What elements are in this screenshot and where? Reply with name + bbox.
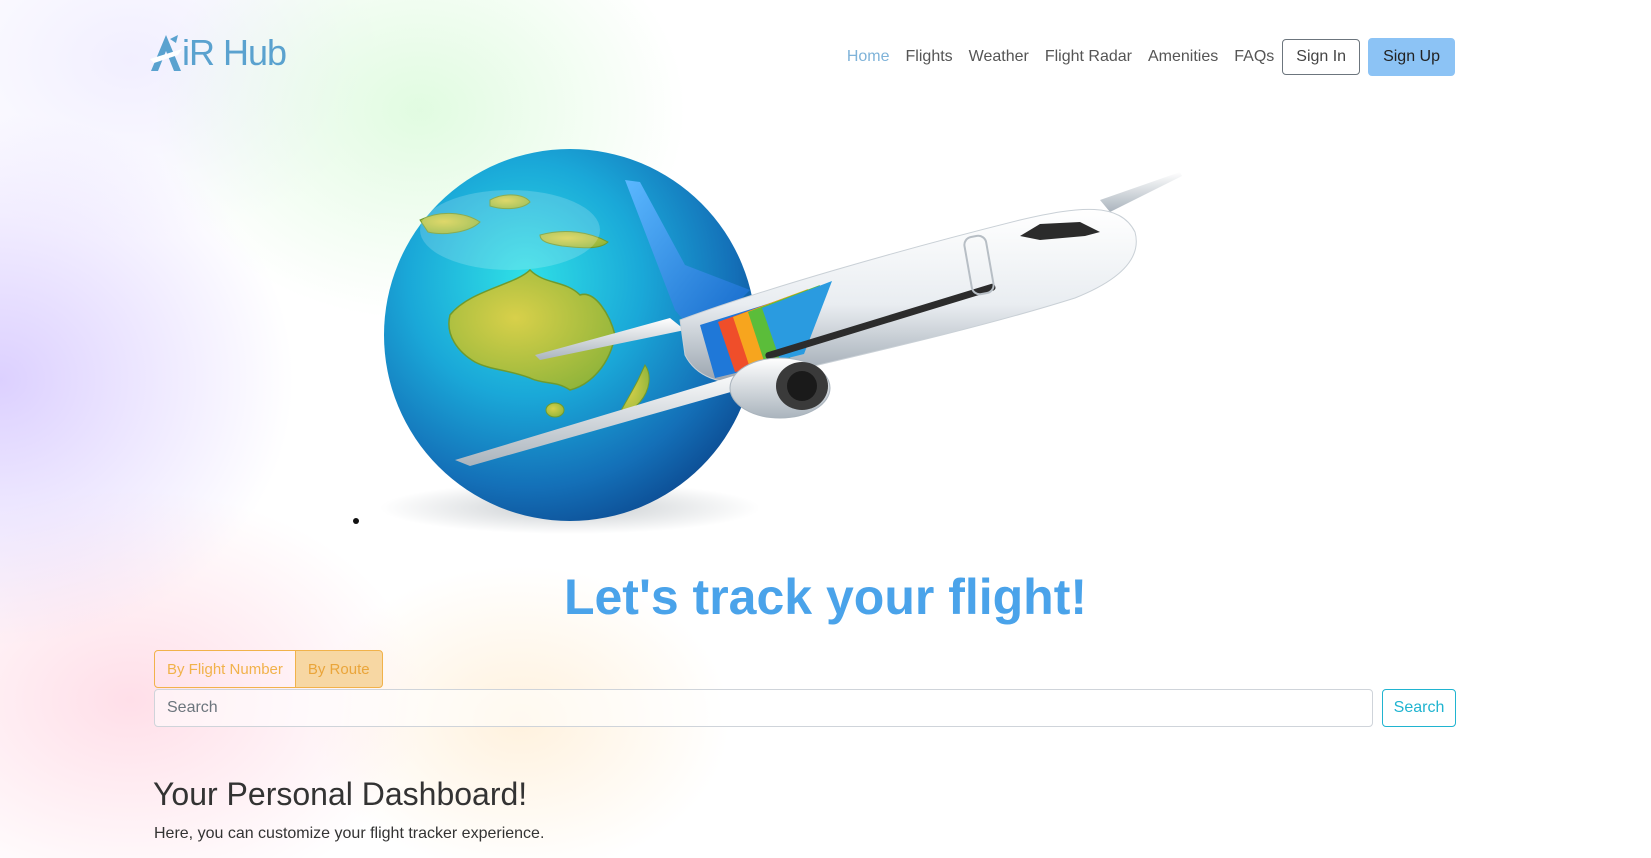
search-mode-toggle: By Flight Number By Route <box>154 650 383 688</box>
by-route-toggle[interactable]: By Route <box>294 650 383 688</box>
nav-flight-radar[interactable]: Flight Radar <box>1037 40 1140 74</box>
page: iR Hub Home Flights Weather Flight Radar… <box>0 0 1651 858</box>
main-nav: Home Flights Weather Flight Radar Amenit… <box>839 38 1455 76</box>
airplane-logo-icon <box>150 35 182 71</box>
brand-logo[interactable]: iR Hub <box>148 30 287 76</box>
list-bullet <box>353 518 359 524</box>
hero-image <box>340 140 1260 560</box>
search-button[interactable]: Search <box>1382 689 1456 727</box>
globe-airplane-illustration <box>380 149 1182 534</box>
nav-amenities[interactable]: Amenities <box>1140 40 1226 74</box>
dashboard-title: Your Personal Dashboard! <box>153 776 528 812</box>
nav-home[interactable]: Home <box>839 40 898 74</box>
by-flight-number-toggle[interactable]: By Flight Number <box>154 650 296 688</box>
hero-headline: Let's track your flight! <box>563 569 1088 625</box>
search-input[interactable] <box>154 689 1373 727</box>
sign-in-button[interactable]: Sign In <box>1282 39 1361 75</box>
dashboard-subtitle: Here, you can customize your flight trac… <box>154 825 545 842</box>
nav-faqs[interactable]: FAQs <box>1226 40 1282 74</box>
sign-up-button[interactable]: Sign Up <box>1368 38 1455 76</box>
nav-weather[interactable]: Weather <box>961 40 1037 74</box>
brand-logo-text: iR Hub <box>182 32 287 73</box>
nav-flights[interactable]: Flights <box>898 40 961 74</box>
